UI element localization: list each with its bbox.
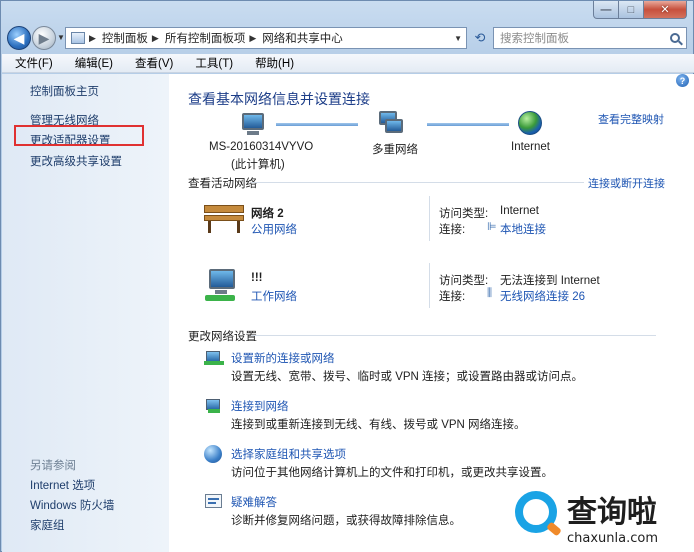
minimize-icon: — — [600, 3, 612, 16]
breadcrumb-control-panel[interactable]: 控制面板 — [102, 30, 148, 46]
address-bar[interactable]: ▶ 控制面板 ▶ 所有控制面板项 ▶ 网络和共享中心 ▼ — [65, 27, 467, 49]
breadcrumb-separator-icon[interactable]: ▶ — [89, 33, 96, 44]
active-networks-heading: 查看活动网络 — [188, 178, 257, 190]
menu-help[interactable]: 帮助(H) — [242, 55, 303, 71]
divider — [251, 182, 584, 183]
watermark-url: chaxunla.com — [567, 531, 658, 546]
task-new-connection-link[interactable]: 设置新的连接或网络 — [231, 350, 335, 366]
breadcrumb-network-center[interactable]: 网络和共享中心 — [262, 30, 343, 46]
connect-network-icon — [204, 397, 224, 415]
network-2-connection-link[interactable]: 无线网络连接 26 — [500, 288, 585, 304]
divider — [251, 335, 656, 336]
window: — □ ✕ ◀ ▶ ▼ ▶ 控制面板 ▶ 所有控制面板项 ▶ 网络和共享中心 ▼… — [0, 0, 694, 552]
sidebar-item-advanced-sharing[interactable]: 更改高级共享设置 — [30, 153, 122, 169]
see-also-heading: 另请参阅 — [30, 460, 76, 472]
network-1-access-value: Internet — [500, 205, 539, 217]
refresh-icon: ⟲ — [474, 30, 486, 45]
forward-button[interactable]: ▶ — [32, 26, 56, 50]
task-homegroup-desc: 访问位于其他网络计算机上的文件和打印机，或更改共享设置。 — [231, 467, 553, 479]
search-input[interactable]: 搜索控制面板 — [493, 27, 687, 49]
view-full-map-link[interactable]: 查看完整映射 — [598, 111, 664, 127]
divider — [429, 263, 430, 308]
address-dropdown-icon[interactable]: ▼ — [454, 34, 462, 43]
control-panel-icon — [71, 32, 85, 44]
highlight-box — [14, 125, 144, 146]
back-button[interactable]: ◀ — [7, 26, 31, 50]
task-connect-network-link[interactable]: 连接到网络 — [231, 398, 289, 414]
connection-line — [276, 123, 358, 126]
page-title: 查看基本网络信息并设置连接 — [188, 91, 370, 107]
ethernet-icon: ⊫ — [487, 221, 497, 233]
search-placeholder: 搜索控制面板 — [500, 33, 569, 45]
maximize-icon: □ — [627, 3, 635, 16]
network-1-name: 网络 2 — [251, 208, 284, 220]
recent-pages-dropdown[interactable]: ▼ — [57, 33, 65, 42]
internet-label: Internet — [511, 141, 550, 153]
maximize-button[interactable]: □ — [619, 1, 644, 19]
wireless-signal-icon: ⫼ — [487, 287, 493, 299]
breadcrumb-all-items[interactable]: 所有控制面板项 — [165, 30, 246, 46]
network-2-conn-label: 连接: — [439, 291, 466, 303]
search-icon[interactable] — [670, 33, 680, 43]
menu-bar: 文件(F) 编辑(E) 查看(V) 工具(T) 帮助(H) — [2, 54, 694, 73]
breadcrumb-separator-icon[interactable]: ▶ — [152, 33, 159, 44]
computer-sub: (此计算机) — [231, 159, 285, 171]
sidebar-item-internet-options[interactable]: Internet 选项 — [30, 477, 95, 493]
network-2-type-link[interactable]: 工作网络 — [251, 288, 297, 304]
computer-name: MS-20160314VYVO — [209, 141, 314, 153]
network-1-type-link[interactable]: 公用网络 — [251, 221, 297, 237]
divider — [429, 196, 430, 241]
menu-file[interactable]: 文件(F) — [2, 55, 62, 71]
minimize-button[interactable]: — — [593, 1, 619, 19]
network-2-access-label: 访问类型: — [439, 275, 489, 287]
menu-edit[interactable]: 编辑(E) — [62, 55, 122, 71]
menu-view[interactable]: 查看(V) — [122, 55, 182, 71]
sidebar-item-windows-firewall[interactable]: Windows 防火墙 — [30, 497, 114, 513]
task-troubleshoot-desc: 诊断并修复网络问题，或获得故障排除信息。 — [231, 515, 461, 527]
help-icon[interactable]: ? — [676, 74, 689, 87]
close-icon: ✕ — [660, 4, 670, 16]
new-connection-icon — [204, 349, 224, 367]
connect-disconnect-link[interactable]: 连接或断开连接 — [588, 175, 665, 191]
network-2-access-value: 无法连接到 Internet — [500, 275, 600, 287]
change-settings-heading: 更改网络设置 — [188, 331, 257, 343]
sidebar-item-homegroup[interactable]: 家庭组 — [30, 517, 65, 533]
network-2-name: !!! — [251, 272, 263, 284]
watermark: 查询啦 chaxunla.com — [507, 485, 693, 551]
task-new-connection-desc: 设置无线、宽带、拨号、临时或 VPN 连接；或设置路由器或访问点。 — [231, 371, 584, 383]
forward-arrow-icon: ▶ — [38, 29, 50, 46]
title-buttons: — □ ✕ — [593, 1, 687, 19]
menu-tools[interactable]: 工具(T) — [182, 55, 242, 71]
watermark-text: 查询啦 — [567, 495, 657, 530]
close-button[interactable]: ✕ — [644, 1, 687, 19]
homegroup-icon — [204, 445, 224, 463]
task-troubleshoot-link[interactable]: 疑难解答 — [231, 494, 277, 510]
back-arrow-icon: ◀ — [13, 29, 25, 46]
globe-icon — [518, 111, 542, 135]
watermark-logo-icon — [515, 491, 557, 533]
navigation-bar: ◀ ▶ ▼ ▶ 控制面板 ▶ 所有控制面板项 ▶ 网络和共享中心 ▼ ⟲ 搜索控… — [1, 23, 693, 53]
task-connect-network-desc: 连接到或重新连接到无线、有线、拨号或 VPN 网络连接。 — [231, 419, 526, 431]
sidebar-item-home[interactable]: 控制面板主页 — [30, 83, 99, 99]
network-1-conn-label: 连接: — [439, 224, 466, 236]
multiple-networks-label: 多重网络 — [372, 144, 418, 156]
troubleshoot-icon — [204, 493, 224, 511]
network-1-access-label: 访问类型: — [439, 208, 489, 220]
network-1-connection-link[interactable]: 本地连接 — [500, 221, 546, 237]
refresh-button[interactable]: ⟲ — [469, 27, 491, 49]
connection-line — [427, 123, 509, 126]
breadcrumb-separator-icon[interactable]: ▶ — [249, 33, 256, 44]
task-homegroup-link[interactable]: 选择家庭组和共享选项 — [231, 446, 346, 462]
